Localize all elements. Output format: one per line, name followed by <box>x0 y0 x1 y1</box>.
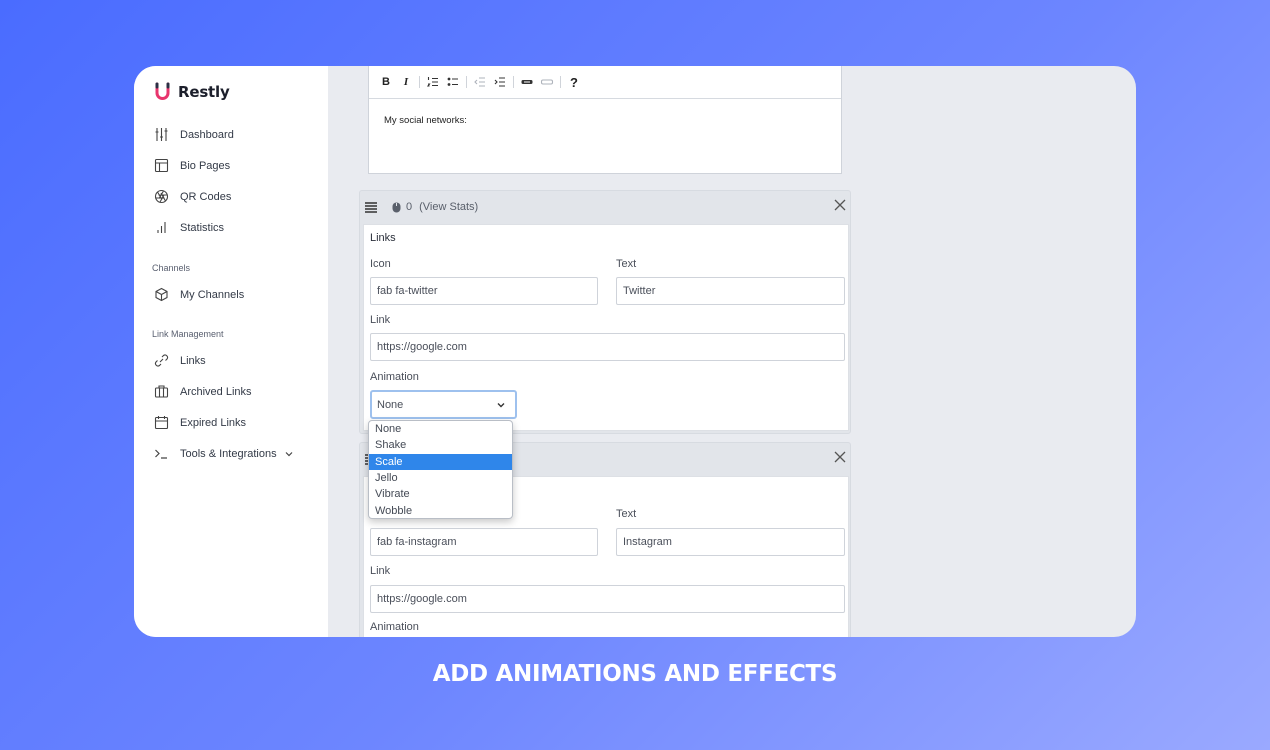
indent-icon[interactable] <box>493 75 507 89</box>
sidebar-item-label: Bio Pages <box>180 159 231 172</box>
sidebar-item-dashboard[interactable]: Dashboard <box>154 127 234 142</box>
italic-button[interactable]: I <box>399 75 413 89</box>
text-label: Text <box>616 508 637 520</box>
sidebar-item-expired-links[interactable]: Expired Links <box>154 415 246 430</box>
bar-chart-icon <box>157 222 166 233</box>
block-title: Links <box>370 232 396 244</box>
sidebar-item-label: Expired Links <box>180 416 247 429</box>
editor-toolbar: B I ? <box>369 66 841 99</box>
outdent-icon[interactable] <box>473 75 487 89</box>
rich-text-editor[interactable]: B I ? My social networks: <box>368 66 842 174</box>
bold-button[interactable]: B <box>379 75 393 89</box>
toolbar-divider <box>466 76 467 88</box>
sidebar-item-label: My Channels <box>180 288 245 301</box>
link-block-header: 0 (View Stats) <box>360 191 850 223</box>
text-input[interactable]: Instagram <box>616 528 845 556</box>
brand-name: Restly <box>178 83 230 101</box>
aperture-icon <box>154 189 169 204</box>
animation-select-value: None <box>377 398 404 411</box>
brand[interactable]: Restly <box>154 82 230 102</box>
terminal-icon <box>155 449 167 459</box>
toolbar-divider <box>560 76 561 88</box>
sidebar-item-bio-pages[interactable]: Bio Pages <box>154 158 230 173</box>
sliders-icon <box>155 128 168 141</box>
sidebar-item-my-channels[interactable]: My Channels <box>154 287 244 302</box>
sidebar: Restly Dashboard Bio Pages QR Codes Stat… <box>134 66 328 637</box>
section-link-management: Link Management <box>152 329 224 339</box>
box-icon <box>155 287 168 302</box>
editor-content[interactable]: My social networks: <box>369 99 841 142</box>
icon-label: Icon <box>370 258 391 270</box>
section-channels: Channels <box>152 263 191 273</box>
link-input[interactable]: https://google.com <box>370 333 845 361</box>
sidebar-item-label: Archived Links <box>180 385 252 398</box>
dropdown-option[interactable]: Wobble <box>369 502 512 518</box>
calendar-icon <box>154 416 169 430</box>
headline: ADD ANIMATIONS AND EFFECTS <box>432 661 838 687</box>
mouse-icon <box>392 202 401 212</box>
sidebar-item-links[interactable]: Links <box>154 353 206 368</box>
unlink-icon[interactable] <box>540 75 554 89</box>
sidebar-item-label: Links <box>180 354 206 367</box>
icon-input[interactable]: fab fa-twitter <box>370 277 598 305</box>
help-button[interactable]: ? <box>567 75 581 90</box>
dropdown-option[interactable]: Shake <box>369 437 512 453</box>
ordered-list-icon[interactable] <box>426 75 440 89</box>
sidebar-item-label: Statistics <box>180 221 225 234</box>
sidebar-item-label: Tools & Integrations <box>180 447 277 460</box>
layout-icon <box>154 158 169 173</box>
bullet-list-icon[interactable] <box>446 75 460 89</box>
app-window: Restly Dashboard Bio Pages QR Codes Stat… <box>134 66 1136 637</box>
view-stats-link[interactable]: (View Stats) <box>419 201 478 213</box>
click-count: 0 <box>406 201 413 213</box>
chevron-down-icon <box>497 403 505 408</box>
close-icon[interactable] <box>833 198 847 212</box>
sidebar-item-label: QR Codes <box>180 190 232 203</box>
link-block-body: Links Icon Text fab fa-twitter Twitter L… <box>363 224 849 431</box>
sidebar-item-statistics[interactable]: Statistics <box>154 220 224 235</box>
sidebar-item-tools-integrations[interactable]: Tools & Integrations <box>154 446 277 461</box>
magnet-u-icon <box>155 82 170 100</box>
dropdown-option[interactable]: Jello <box>369 470 512 486</box>
animation-label: Animation <box>370 371 419 383</box>
link-label: Link <box>370 565 391 577</box>
dropdown-option[interactable]: Vibrate <box>369 486 512 502</box>
icon-input[interactable]: fab fa-instagram <box>370 528 598 556</box>
sidebar-item-qr-codes[interactable]: QR Codes <box>154 189 231 204</box>
close-icon[interactable] <box>833 450 847 464</box>
drag-handle-icon[interactable] <box>364 201 378 213</box>
text-label: Text <box>616 258 637 270</box>
animation-label: Animation <box>370 621 419 633</box>
toolbar-divider <box>419 76 420 88</box>
animation-select[interactable]: None <box>370 390 517 419</box>
link-block: 0 (View Stats) Links Icon Text fab fa-tw… <box>359 190 851 434</box>
archive-icon <box>154 385 169 398</box>
toolbar-divider <box>513 76 514 88</box>
link-icon <box>154 354 169 367</box>
text-input[interactable]: Twitter <box>616 277 845 305</box>
chevron-down-icon[interactable] <box>284 449 294 459</box>
dropdown-option-highlighted[interactable]: Scale <box>369 453 512 470</box>
link-input[interactable]: https://google.com <box>370 585 845 613</box>
link-label: Link <box>370 314 391 326</box>
sidebar-item-archived-links[interactable]: Archived Links <box>154 384 252 399</box>
sidebar-item-label: Dashboard <box>180 128 234 141</box>
dropdown-option[interactable]: None <box>369 421 512 437</box>
animation-dropdown-list: None Shake Scale Jello Vibrate Wobble <box>368 420 513 519</box>
main-content: B I ? My social networks: 0 (View Stats)… <box>328 66 1136 637</box>
link-insert-icon[interactable] <box>520 75 534 89</box>
